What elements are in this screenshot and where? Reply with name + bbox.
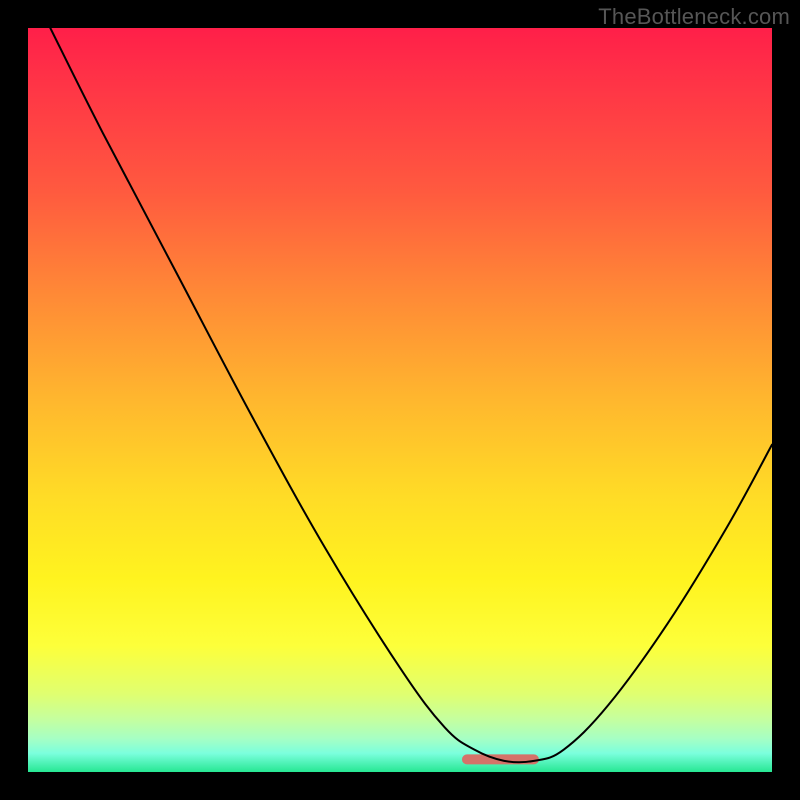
- plot-area: [28, 28, 772, 772]
- chart-frame: TheBottleneck.com: [0, 0, 800, 800]
- curve-layer: [28, 28, 772, 772]
- bottleneck-curve-line: [50, 28, 772, 762]
- watermark-text: TheBottleneck.com: [598, 4, 790, 30]
